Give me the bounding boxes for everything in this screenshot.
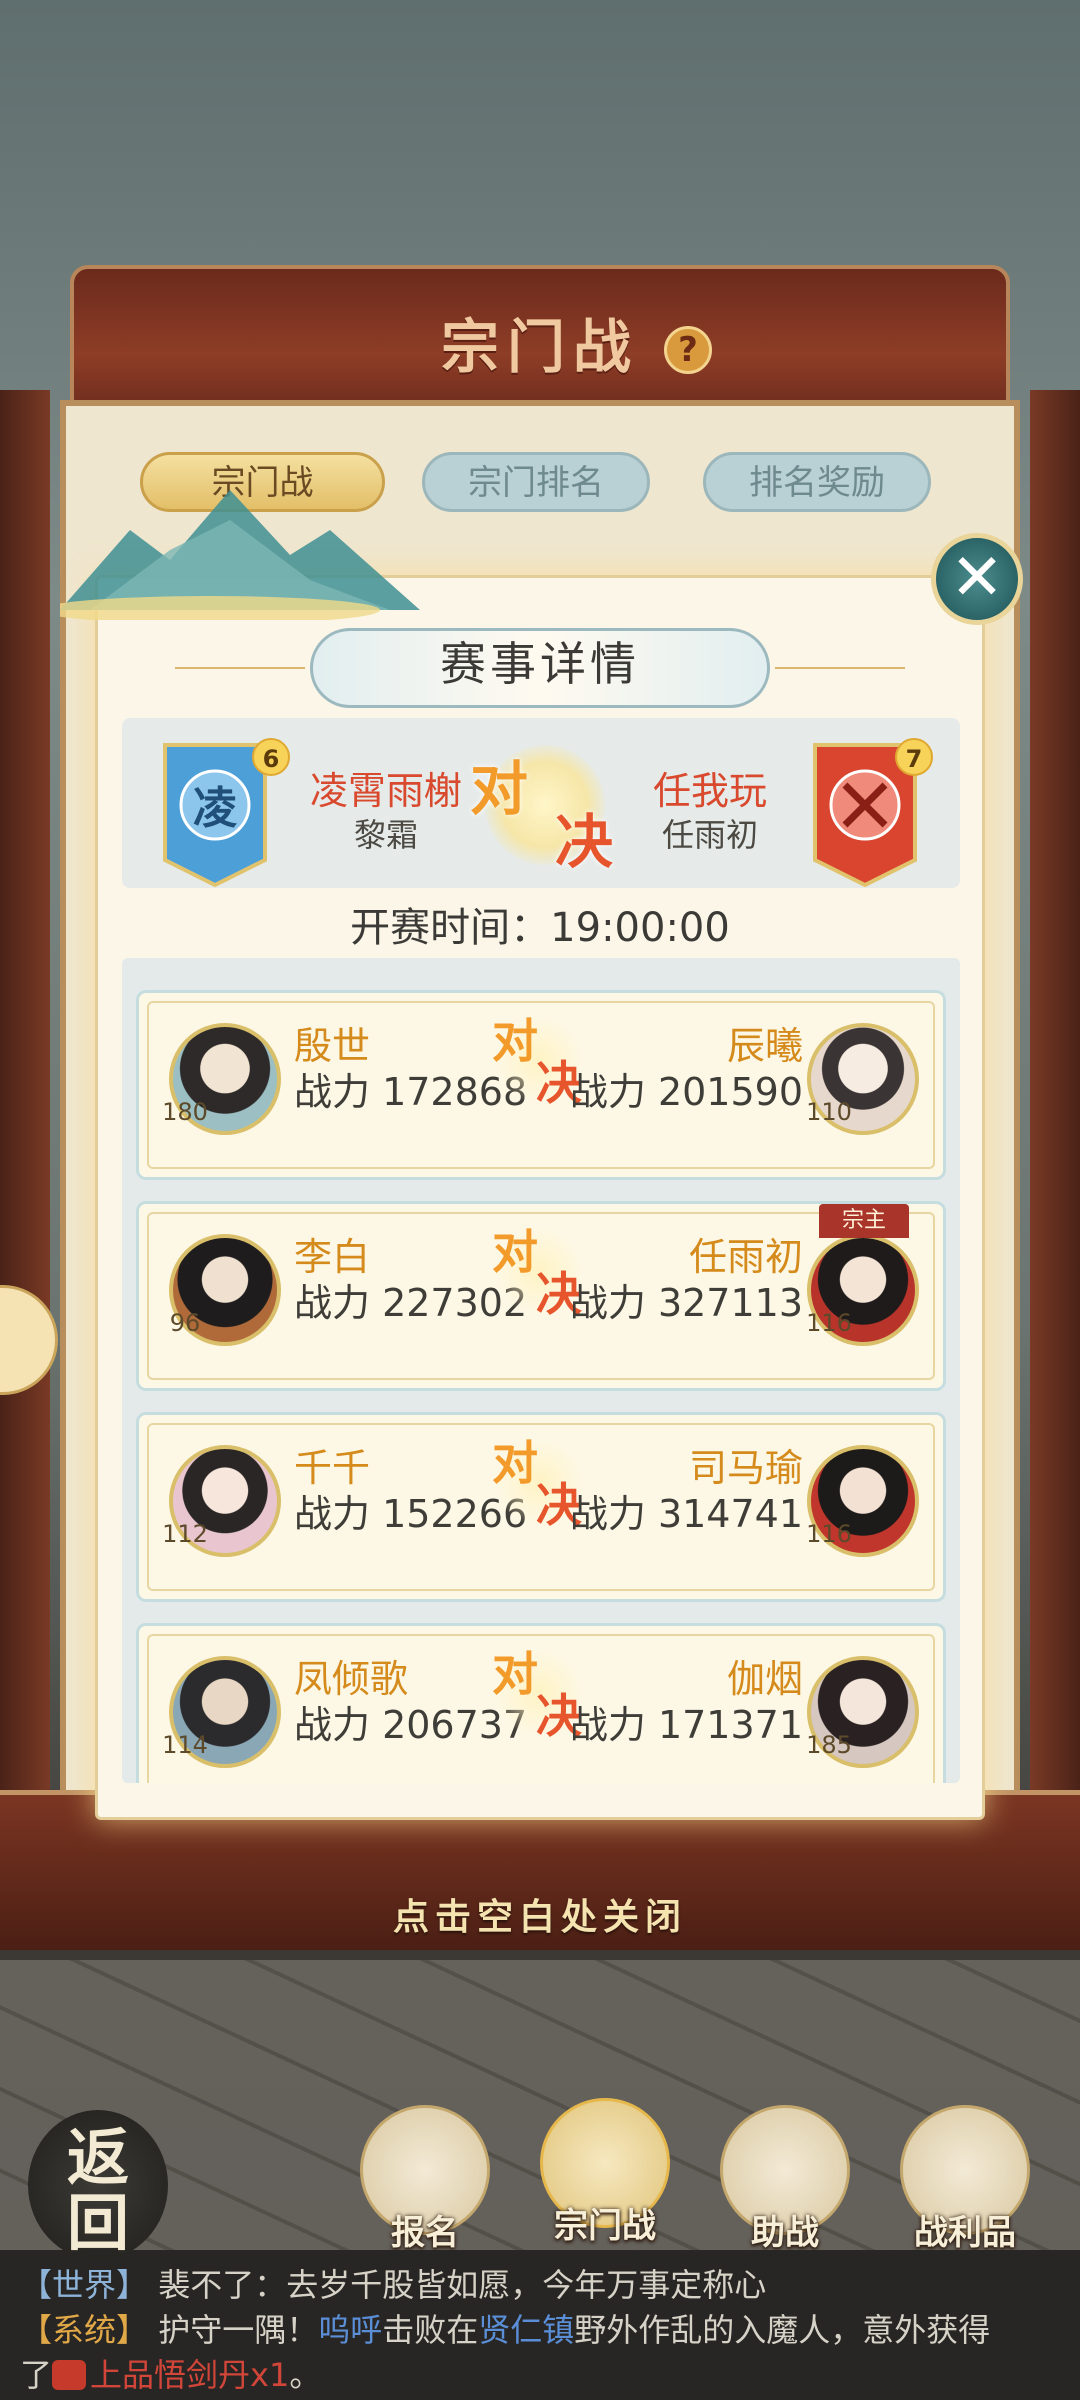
duel-card[interactable]: 96 李白 战力 227302 对 决 任雨初 战力 327113 宗主 116 — [136, 1201, 946, 1391]
duel-card[interactable]: 112 千千 战力 152266 对 决 司马瑜 战力 314741 116 — [136, 1412, 946, 1602]
chat-channel-tag: 【系统】 — [20, 2311, 149, 2349]
tab-ranking-rewards[interactable]: 排名奖励 — [703, 452, 931, 512]
nav-label: 战利品 — [914, 2213, 1016, 2253]
player-level-right: 116 — [806, 1520, 852, 1548]
chat-text: 。 — [289, 2356, 322, 2394]
help-icon[interactable]: ? — [664, 326, 712, 374]
versus-bottom-char: 决 — [555, 808, 614, 876]
nav-label: 宗门战 — [554, 2206, 656, 2246]
player-level-left: 112 — [162, 1520, 208, 1548]
sect-rank-badge-right: 7 — [895, 738, 933, 776]
player-level-left: 180 — [162, 1098, 208, 1126]
sect-name-right: 任我玩 — [652, 769, 767, 813]
nav-label: 助战 — [751, 2213, 819, 2253]
player-level-right: 185 — [806, 1731, 852, 1759]
versus-top-char: 对 — [470, 755, 529, 823]
window-title: 宗门战 — [440, 313, 639, 381]
chat-message-world: 【世界】 裴不了：去岁千股皆如愿，今年万事定称心 — [20, 2260, 766, 2306]
sect-leader-left: 黎霜 — [353, 816, 418, 854]
chat-text: 护守一隅！ — [158, 2311, 319, 2349]
player-level-right: 110 — [806, 1098, 852, 1126]
chat-location-link[interactable]: 贤仁镇 — [478, 2311, 574, 2349]
player-level-left: 114 — [162, 1731, 208, 1759]
player-level-right: 116 — [806, 1309, 852, 1337]
background-pillar-left — [0, 390, 50, 1940]
sect-rank-badge-left: 6 — [252, 738, 290, 776]
chat-text: 裴不了：去岁千股皆如愿，今年万事定称心 — [158, 2266, 767, 2304]
title-divider-left — [175, 667, 305, 669]
duel-list[interactable]: 180 殷世 战力 172868 对 决 辰曦 战力 201590 110 96… — [122, 958, 960, 1783]
player-power-right: 战力 327113 — [569, 1281, 803, 1325]
start-time: 开赛时间：19:00:00 — [350, 905, 730, 951]
versus-top-char: 对 — [492, 1647, 538, 1701]
chat-text: 了 — [20, 2356, 53, 2394]
item-icon — [52, 2360, 87, 2390]
versus-top-char: 对 — [492, 1225, 538, 1279]
chat-message-system-cont: 了上品悟剑丹x1。 — [20, 2350, 321, 2396]
sect-leader-right: 任雨初 — [661, 816, 758, 854]
tab-sect-ranking[interactable]: 宗门排名 — [422, 452, 650, 512]
player-power-right: 战力 171371 — [569, 1703, 803, 1747]
player-power-right: 战力 201590 — [569, 1070, 803, 1114]
chat-text: 击败在 — [382, 2311, 479, 2349]
duel-card[interactable]: 114 凤倾歌 战力 206737 对 决 伽烟 战力 171371 185 — [136, 1623, 946, 1783]
player-level-left: 96 — [169, 1309, 201, 1337]
chat-player-link[interactable]: 呜呼 — [318, 2311, 382, 2349]
background-pillar-right — [1030, 390, 1080, 1940]
back-button-label[interactable]: 返回 — [38, 2125, 158, 2257]
sect-banner-char: 凌 — [193, 783, 237, 834]
sect-leader-tag: 宗主 — [819, 1204, 909, 1238]
player-power-right: 战力 314741 — [569, 1492, 803, 1536]
versus-top-char: 对 — [492, 1014, 538, 1068]
dialog-title: 赛事详情 — [440, 637, 640, 691]
nav-sect-war[interactable]: 宗门战 — [530, 2098, 680, 2268]
chat-item-link[interactable]: 上品悟剑丹x1 — [90, 2356, 289, 2394]
nav-label: 报名 — [391, 2213, 459, 2253]
title-divider-right — [775, 667, 905, 669]
duel-card[interactable]: 180 殷世 战力 172868 对 决 辰曦 战力 201590 110 — [136, 990, 946, 1180]
close-hint[interactable]: 点击空白处关闭 — [340, 1888, 740, 1940]
chat-text: 野外作乱的入魔人，意外获得 — [574, 2311, 991, 2349]
mountain-decoration-icon — [60, 490, 420, 620]
chat-message-system: 【系统】 护守一隅！呜呼击败在贤仁镇野外作乱的入魔人，意外获得 — [20, 2305, 990, 2351]
sect-name-left: 凌霄雨榭 — [309, 769, 462, 813]
chat-channel-tag: 【世界】 — [20, 2266, 149, 2304]
versus-top-char: 对 — [492, 1436, 538, 1490]
close-button[interactable]: ✕ — [931, 533, 1023, 625]
